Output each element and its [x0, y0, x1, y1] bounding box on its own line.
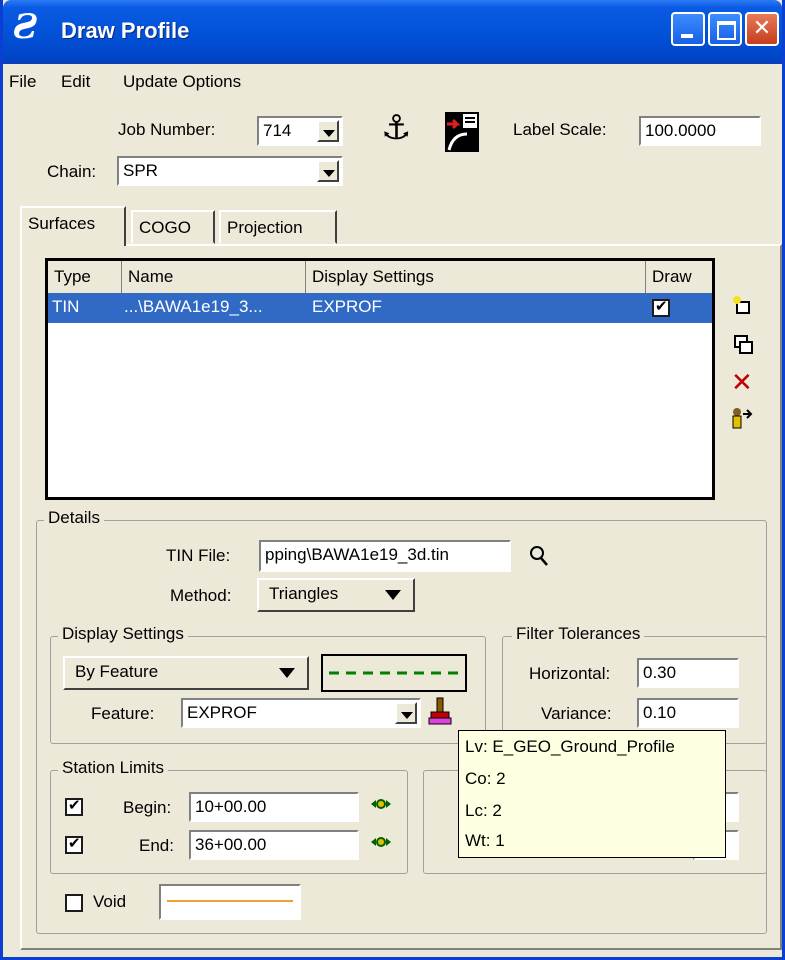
chevron-down-icon[interactable]	[395, 702, 417, 724]
surface-properties-icon[interactable]	[731, 406, 753, 435]
title-bar[interactable]: Ƨ Draw Profile ✕	[3, 0, 782, 64]
menu-bar: File Edit Update Options	[3, 64, 782, 98]
void-checkbox[interactable]	[65, 894, 83, 912]
variance-label: Variance:	[541, 704, 612, 723]
row-name: ...\BAWA1e19_3...	[124, 297, 263, 316]
details-title: Details	[44, 508, 104, 528]
window-title: Draw Profile	[61, 18, 190, 43]
tooltip-level: Lv: E_GEO_Ground_Profile	[465, 737, 675, 756]
end-station-input[interactable]: 36+00.00	[189, 830, 359, 860]
row-draw-checkbox[interactable]	[652, 297, 670, 317]
feature-tooltip: Lv: E_GEO_Ground_Profile Co: 2 Lc: 2 Wt:…	[458, 730, 726, 858]
label-scale-label: Label Scale:	[513, 120, 607, 139]
chevron-down-icon	[385, 590, 401, 600]
chevron-down-icon	[279, 668, 295, 678]
chevron-down-icon[interactable]	[317, 160, 339, 182]
chevron-down-icon[interactable]	[317, 120, 339, 142]
row-type: TIN	[52, 297, 80, 316]
close-icon: ✕	[752, 16, 772, 41]
line-style-preview[interactable]	[321, 654, 467, 692]
void-line-preview[interactable]	[159, 884, 301, 920]
column-header-name[interactable]: Name	[122, 261, 306, 293]
horizontal-label: Horizontal:	[529, 664, 611, 683]
end-label: End:	[139, 836, 174, 855]
feature-combo[interactable]: EXPROF	[181, 698, 421, 728]
chain-combo[interactable]: SPR	[117, 156, 343, 186]
draw-profile-icon[interactable]	[445, 112, 479, 152]
tin-file-label: TIN File:	[166, 546, 231, 565]
variance-input[interactable]: 0.10	[637, 698, 739, 728]
begin-label: Begin:	[123, 798, 172, 817]
list-header: Type Name Display Settings Draw	[48, 261, 712, 293]
column-header-display-settings[interactable]: Display Settings	[306, 261, 646, 293]
column-header-draw[interactable]: Draw	[646, 261, 712, 293]
menu-edit[interactable]: Edit	[61, 72, 90, 92]
menu-file[interactable]: File	[9, 72, 36, 92]
chain-label: Chain:	[47, 162, 97, 181]
method-value: Triangles	[269, 584, 339, 603]
display-mode-dropdown[interactable]: By Feature	[63, 656, 309, 690]
method-label: Method:	[170, 586, 232, 605]
station-limits-title: Station Limits	[58, 758, 169, 778]
job-number-value: 714	[263, 121, 292, 140]
table-row[interactable]: TIN ...\BAWA1e19_3... EXPROF	[48, 293, 712, 323]
delete-icon[interactable]: ✕	[731, 370, 753, 396]
paintbrush-icon[interactable]	[427, 696, 453, 726]
feature-value: EXPROF	[187, 703, 257, 722]
begin-station-input[interactable]: 10+00.00	[189, 792, 359, 822]
add-surface-icon[interactable]	[733, 296, 753, 316]
tab-surfaces[interactable]: Surfaces	[20, 206, 126, 246]
tooltip-weight: Wt: 1	[465, 831, 505, 850]
void-label: Void	[93, 892, 127, 911]
minimize-button[interactable]	[671, 12, 705, 46]
copy-surface-icon[interactable]	[733, 334, 755, 356]
chain-value: SPR	[123, 161, 158, 180]
display-mode-value: By Feature	[75, 662, 159, 681]
locate-anchor-icon[interactable]: ⚓	[381, 108, 411, 148]
display-settings-title: Display Settings	[58, 624, 188, 644]
tooltip-color: Co: 2	[465, 769, 506, 788]
label-scale-input[interactable]: 100.0000	[639, 116, 761, 146]
column-header-type[interactable]: Type	[48, 261, 122, 293]
job-number-combo[interactable]: 714	[257, 116, 343, 146]
end-checkbox[interactable]	[65, 834, 83, 854]
filter-tolerances-title: Filter Tolerances	[512, 624, 645, 644]
tooltip-line-code: Lc: 2	[465, 801, 502, 820]
draw-profile-window: Ƨ Draw Profile ✕ File Edit Update Option…	[0, 0, 785, 960]
app-logo-icon: Ƨ	[13, 7, 38, 47]
tab-cogo[interactable]: COGO	[131, 210, 215, 244]
maximize-button[interactable]	[708, 12, 742, 46]
locate-station-icon[interactable]	[369, 832, 393, 852]
job-number-label: Job Number:	[118, 120, 216, 139]
locate-station-icon[interactable]	[369, 794, 393, 814]
menu-update-options[interactable]: Update Options	[123, 72, 241, 92]
begin-checkbox[interactable]	[65, 796, 83, 816]
tab-projection[interactable]: Projection	[219, 210, 337, 244]
feature-label: Feature:	[91, 704, 155, 723]
row-display-settings: EXPROF	[312, 297, 382, 316]
method-dropdown[interactable]: Triangles	[257, 578, 415, 612]
close-button[interactable]: ✕	[745, 12, 779, 46]
tin-file-input[interactable]: pping\BAWA1e19_3d.tin	[259, 540, 511, 572]
surfaces-list[interactable]: Type Name Display Settings Draw TIN ...\…	[45, 258, 715, 500]
search-icon[interactable]	[527, 542, 551, 568]
horizontal-input[interactable]: 0.30	[637, 658, 739, 688]
